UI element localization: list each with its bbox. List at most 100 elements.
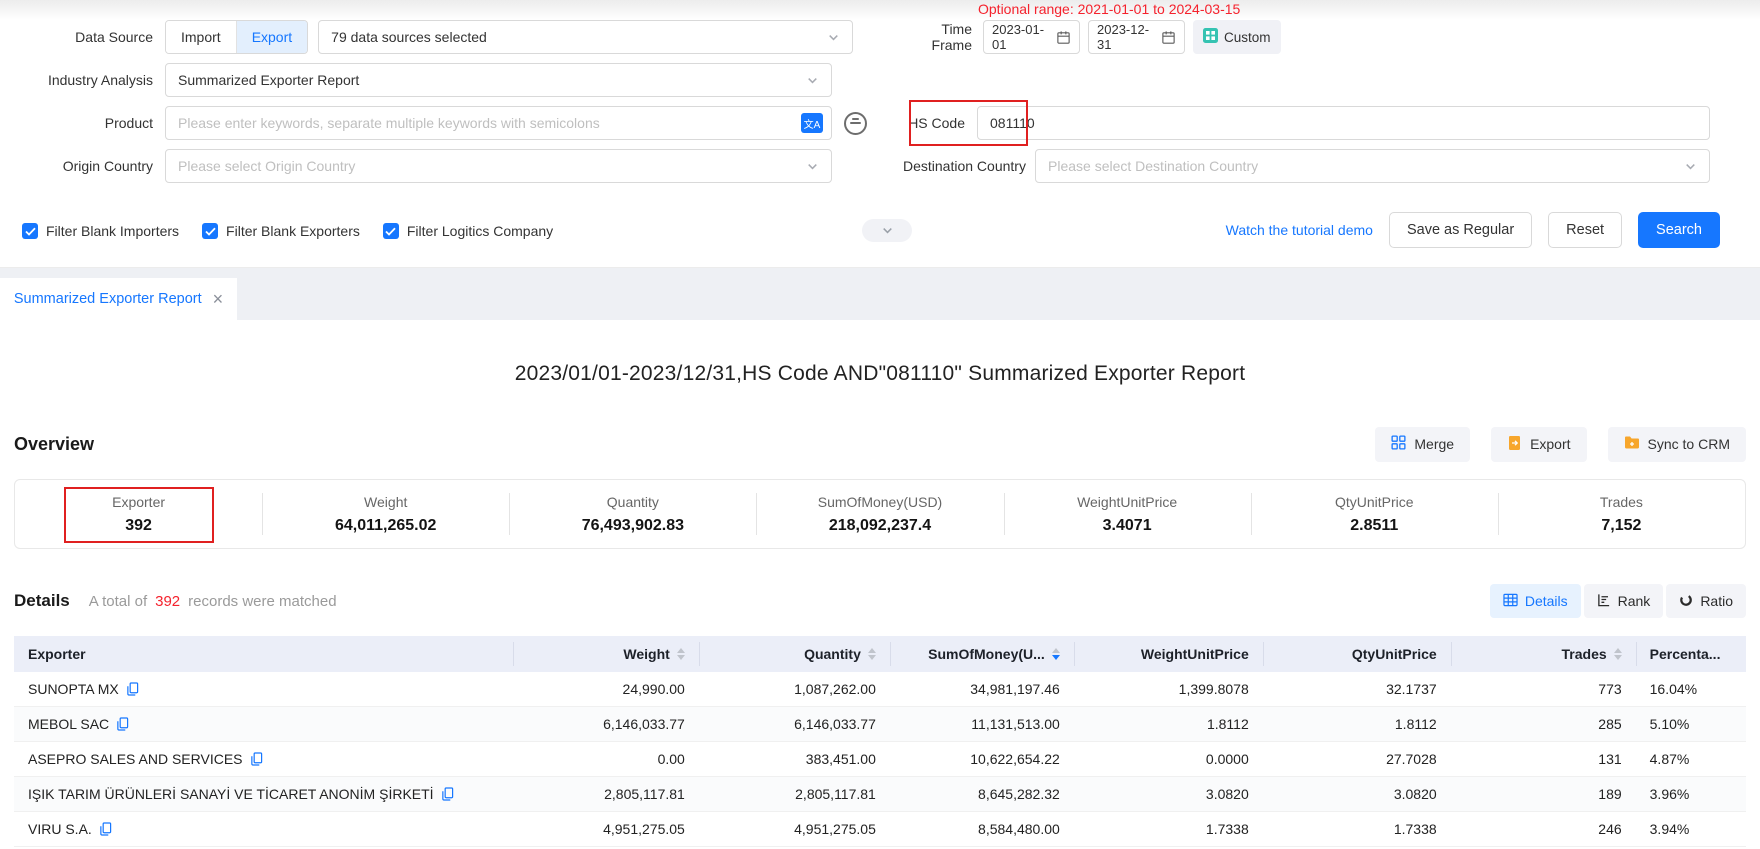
origin-country-select[interactable]: Please select Origin Country [165, 149, 832, 183]
column-header-quantity[interactable]: Quantity [699, 636, 890, 672]
sort-desc-caret[interactable] [1052, 655, 1060, 660]
destination-country-select[interactable]: Please select Destination Country [1035, 149, 1710, 183]
stat-label: QtyUnitPrice [1335, 494, 1414, 510]
chevron-down-icon [827, 31, 840, 44]
checkbox-checked-icon [202, 223, 218, 239]
tab-summarized-exporter-report[interactable]: Summarized Exporter Report × [0, 278, 237, 320]
exporter-name[interactable]: IŞIK TARIM ÜRÜNLERİ SANAYİ VE TİCARET AN… [28, 786, 434, 802]
translate-icon[interactable]: 文A [801, 113, 823, 133]
data-source-label: Data Source [0, 29, 165, 45]
industry-analysis-select[interactable]: Summarized Exporter Report [165, 63, 832, 97]
sort-desc-caret[interactable] [868, 655, 876, 660]
exporter-name[interactable]: SUNOPTA MX [28, 681, 119, 697]
copy-icon[interactable] [250, 752, 263, 766]
product-label: Product [0, 115, 165, 131]
end-date-input[interactable]: 2023-12-31 [1088, 20, 1185, 54]
view-switch-group: Details Rank Ratio [1490, 584, 1746, 618]
exporter-name[interactable]: VIRU S.A. [28, 821, 92, 837]
stat-value: 2.8511 [1350, 517, 1398, 535]
sort-desc-caret[interactable] [677, 655, 685, 660]
column-header-sum_of_money[interactable]: SumOfMoney(U... [890, 636, 1074, 672]
origin-country-placeholder: Please select Origin Country [178, 158, 798, 174]
close-icon[interactable]: × [213, 290, 224, 308]
copy-icon[interactable] [99, 822, 112, 836]
donut-chart-icon [1679, 593, 1693, 610]
sort-carets[interactable] [868, 648, 876, 660]
sort-carets[interactable] [1052, 648, 1060, 660]
column-header-trades[interactable]: Trades [1451, 636, 1636, 672]
cell-sum_of_money: 34,981,197.46 [890, 672, 1074, 706]
view-rank-button[interactable]: Rank [1584, 584, 1664, 618]
calendar-icon [1056, 30, 1071, 45]
product-keywords-input[interactable] [165, 106, 832, 140]
sync-to-crm-button[interactable]: Sync to CRM [1608, 427, 1746, 462]
start-date-value: 2023-01-01 [992, 22, 1056, 52]
export-file-icon [1507, 435, 1522, 454]
cell-weight: 24,990.00 [513, 672, 699, 706]
sort-carets[interactable] [1614, 648, 1622, 660]
export-toggle-button[interactable]: Export [236, 21, 307, 53]
copy-icon[interactable] [441, 787, 454, 801]
stat-value: 76,493,902.83 [582, 517, 684, 535]
chevron-down-icon [1684, 160, 1697, 173]
export-button[interactable]: Export [1491, 427, 1586, 462]
cell-trades: 773 [1451, 672, 1636, 706]
summary-suffix: records were matched [188, 593, 336, 610]
sort-desc-caret[interactable] [1614, 655, 1622, 660]
data-sources-select[interactable]: 79 data sources selected [318, 20, 853, 54]
copy-icon[interactable] [126, 682, 139, 696]
cell-trades: 189 [1451, 777, 1636, 811]
column-header-label: SumOfMoney(U... [928, 646, 1045, 662]
hs-code-label: HS Code [903, 115, 977, 131]
stat-label: SumOfMoney(USD) [818, 494, 942, 510]
stat-cell-trades: Trades7,152 [1498, 480, 1745, 548]
filter-blank-importers-checkbox[interactable]: Filter Blank Importers [22, 223, 179, 239]
data-sources-selected-value: 79 data sources selected [331, 29, 819, 45]
overview-header: Overview Merge Export Sync to CRM [14, 426, 1746, 462]
merge-button[interactable]: Merge [1375, 427, 1470, 462]
table-row: ASEPRO SALES AND SERVICES0.00383,451.001… [14, 742, 1746, 777]
sort-carets[interactable] [677, 648, 685, 660]
filter-logitics-company-checkbox[interactable]: Filter Logitics Company [383, 223, 553, 239]
custom-range-button[interactable]: Custom [1193, 20, 1281, 54]
search-filter-form: Optional range: 2021-01-01 to 2024-03-15… [0, 0, 1760, 268]
details-table: ExporterWeightQuantitySumOfMoney(U...Wei… [14, 636, 1746, 847]
circle-equal-icon[interactable] [844, 112, 867, 135]
sort-asc-caret[interactable] [1052, 648, 1060, 653]
checkbox-label: Filter Blank Exporters [226, 223, 360, 239]
exporter-name[interactable]: ASEPRO SALES AND SERVICES [28, 751, 243, 767]
chevron-down-icon [881, 224, 894, 237]
column-header-label: Quantity [804, 646, 861, 662]
cell-percentage: 4.87% [1636, 742, 1746, 776]
filter-blank-exporters-checkbox[interactable]: Filter Blank Exporters [202, 223, 360, 239]
report-content: 2023/01/01-2023/12/31,HS Code AND"081110… [0, 362, 1760, 847]
column-header-weight[interactable]: Weight [513, 636, 699, 672]
reset-button[interactable]: Reset [1548, 212, 1622, 248]
chevron-down-icon [806, 74, 819, 87]
bar-chart-icon [1597, 593, 1611, 610]
stat-value: 3.4071 [1103, 517, 1152, 535]
stat-label: Trades [1600, 494, 1643, 510]
view-rank-label: Rank [1618, 593, 1651, 609]
search-button[interactable]: Search [1638, 212, 1720, 248]
cell-quantity: 1,087,262.00 [699, 672, 890, 706]
cell-quantity: 6,146,033.77 [699, 707, 890, 741]
sort-asc-caret[interactable] [677, 648, 685, 653]
view-ratio-button[interactable]: Ratio [1666, 584, 1746, 618]
exporter-name[interactable]: MEBOL SAC [28, 716, 109, 732]
save-as-regular-button[interactable]: Save as Regular [1389, 212, 1532, 248]
overview-actions: Merge Export Sync to CRM [1375, 427, 1746, 462]
copy-icon[interactable] [116, 717, 129, 731]
hs-code-input[interactable] [977, 106, 1710, 140]
stat-label: WeightUnitPrice [1077, 494, 1177, 510]
tutorial-demo-link[interactable]: Watch the tutorial demo [1226, 222, 1373, 238]
sort-asc-caret[interactable] [868, 648, 876, 653]
view-details-button[interactable]: Details [1490, 584, 1581, 618]
table-row: SUNOPTA MX 24,990.001,087,262.0034,981,19… [14, 672, 1746, 707]
sort-asc-caret[interactable] [1614, 648, 1622, 653]
stat-value: 392 [125, 517, 152, 535]
start-date-input[interactable]: 2023-01-01 [983, 20, 1080, 54]
import-toggle-button[interactable]: Import [166, 21, 236, 53]
sync-label: Sync to CRM [1648, 436, 1730, 452]
collapse-form-button[interactable] [862, 219, 912, 242]
